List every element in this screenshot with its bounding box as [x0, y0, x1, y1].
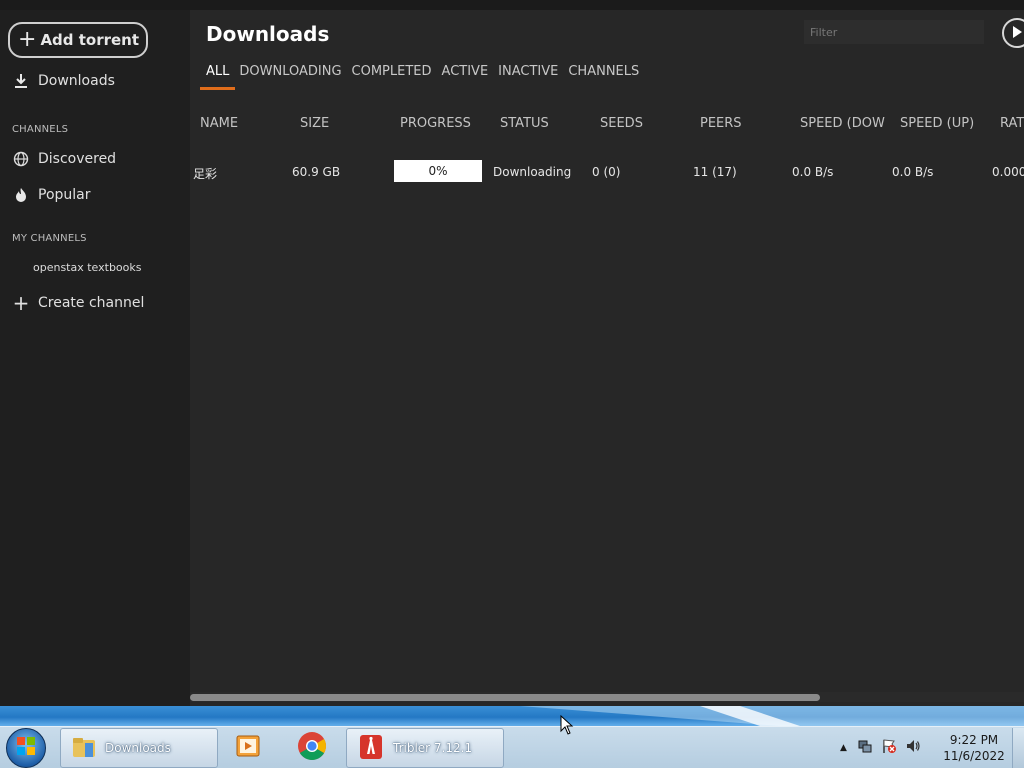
- clock-date: 11/6/2022: [943, 749, 1005, 763]
- sidebar-item-label: Popular: [38, 187, 91, 203]
- taskbar-button-tribler[interactable]: Tribler 7.12.1: [346, 728, 504, 768]
- plus-icon: +: [18, 27, 37, 52]
- my-channels-heading: MY CHANNELS: [12, 233, 87, 244]
- tab-channels[interactable]: CHANNELS: [562, 62, 645, 90]
- sidebar-item-label: Downloads: [38, 73, 115, 89]
- taskbar-media-player[interactable]: [228, 730, 268, 766]
- plus-icon: +: [12, 291, 30, 315]
- horizontal-scrollbar[interactable]: [190, 692, 1024, 702]
- downloads-page: Downloads ALL DOWNLOADING COMPLETED ACTI…: [190, 10, 1024, 706]
- network-icon[interactable]: [857, 738, 873, 758]
- progress-label: 0%: [428, 164, 448, 178]
- start-button[interactable]: [6, 728, 46, 768]
- page-title: Downloads: [206, 22, 330, 46]
- filter-input[interactable]: [804, 20, 984, 44]
- cell-peers: 11 (17): [693, 165, 737, 179]
- mouse-cursor-icon: [560, 715, 574, 735]
- add-torrent-button[interactable]: + Add torrent: [8, 22, 148, 58]
- windows-logo-icon: [16, 736, 36, 760]
- taskbar-tribler-label: Tribler 7.12.1: [393, 741, 473, 755]
- column-header-seeds[interactable]: SEEDS: [600, 116, 643, 131]
- chrome-icon: [297, 731, 327, 765]
- taskbar: Downloads Tribler 7.12.1 ▲ 9:22 PM 11/6/…: [0, 706, 1024, 768]
- download-filter-tabs: ALL DOWNLOADING COMPLETED ACTIVE INACTIV…: [200, 62, 643, 90]
- cell-size: 60.9 GB: [292, 165, 341, 179]
- create-channel-label: Create channel: [38, 295, 145, 311]
- play-button[interactable]: [1002, 18, 1024, 48]
- tab-active[interactable]: ACTIVE: [436, 62, 495, 90]
- tribler-window: + Add torrent Downloads CHANNELS Discove…: [0, 0, 1024, 706]
- show-hidden-icons-icon[interactable]: ▲: [840, 743, 847, 753]
- cell-speed-down: 0.0 B/s: [792, 165, 834, 179]
- desktop-wallpaper-strip: [520, 706, 1024, 726]
- column-header-peers[interactable]: PEERS: [700, 116, 742, 131]
- tribler-icon: [359, 734, 383, 763]
- sidebar-item-downloads[interactable]: Downloads: [12, 72, 115, 90]
- sidebar-item-discovered[interactable]: Discovered: [12, 150, 116, 168]
- column-header-ratio[interactable]: RAT: [1000, 116, 1024, 131]
- clock-time: 9:22 PM: [949, 733, 999, 747]
- system-tray: ▲: [840, 730, 921, 766]
- system-clock[interactable]: 9:22 PM 11/6/2022: [936, 732, 1012, 764]
- globe-icon: [12, 150, 30, 168]
- column-header-speed-down[interactable]: SPEED (DOW: [800, 116, 885, 131]
- show-desktop-button[interactable]: [1012, 728, 1024, 768]
- folder-icon: [71, 734, 97, 763]
- cell-ratio: 0.000: [992, 165, 1024, 179]
- cell-status: Downloading: [493, 165, 572, 179]
- cell-seeds: 0 (0): [592, 165, 621, 179]
- sidebar-item-label: Discovered: [38, 151, 117, 167]
- tab-downloading[interactable]: DOWNLOADING: [233, 62, 347, 90]
- channels-heading: CHANNELS: [12, 124, 69, 135]
- column-header-status[interactable]: STATUS: [500, 116, 549, 131]
- taskbar-explorer-label: Downloads: [105, 741, 171, 755]
- cell-name: 足彩: [193, 167, 218, 181]
- progress-bar: 0%: [394, 160, 482, 182]
- action-center-icon[interactable]: [881, 738, 897, 758]
- download-icon: [12, 72, 30, 90]
- tab-all[interactable]: ALL: [200, 62, 236, 90]
- column-header-size[interactable]: SIZE: [300, 116, 329, 131]
- sidebar: + Add torrent Downloads CHANNELS Discove…: [0, 10, 190, 706]
- scrollbar-thumb[interactable]: [190, 694, 820, 701]
- sidebar-item-openstax-textbooks[interactable]: openstax textbooks: [33, 261, 142, 274]
- taskbar-chrome[interactable]: [292, 730, 332, 766]
- column-header-speed-up[interactable]: SPEED (UP): [900, 116, 974, 131]
- play-icon: [1011, 24, 1023, 43]
- column-header-progress[interactable]: PROGRESS: [400, 116, 471, 131]
- volume-icon[interactable]: [905, 738, 921, 758]
- add-torrent-label: Add torrent: [40, 31, 140, 49]
- taskbar-button-explorer[interactable]: Downloads: [60, 728, 218, 768]
- tab-inactive[interactable]: INACTIVE: [492, 62, 564, 90]
- tab-completed[interactable]: COMPLETED: [346, 62, 438, 90]
- sidebar-item-popular[interactable]: Popular: [12, 186, 91, 204]
- create-channel-button[interactable]: + Create channel: [12, 291, 145, 315]
- cell-speed-up: 0.0 B/s: [892, 165, 934, 179]
- media-player-icon: [235, 734, 261, 762]
- fire-icon: [12, 186, 30, 204]
- column-header-name[interactable]: NAME: [200, 116, 238, 131]
